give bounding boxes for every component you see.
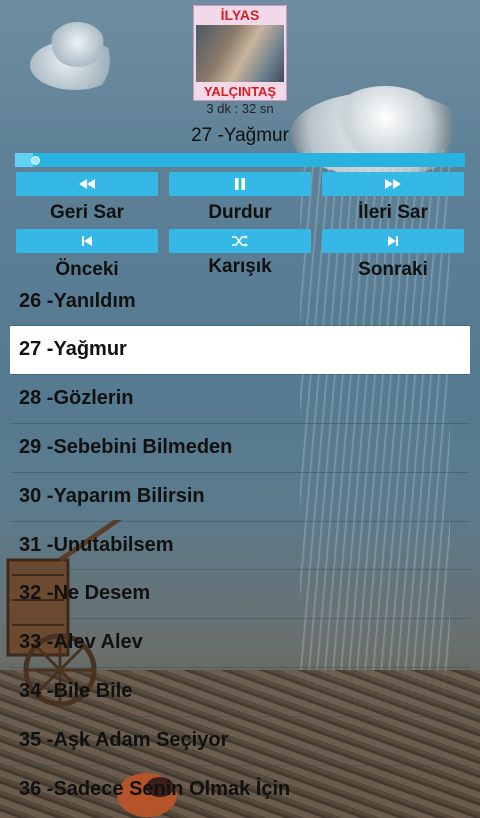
album-cover[interactable]: İLYAS YALÇINTAŞ	[193, 5, 287, 101]
progress-thumb[interactable]	[31, 156, 40, 165]
album-artist-line1: İLYAS	[220, 7, 260, 23]
skip-previous-icon	[82, 236, 92, 246]
fast-forward-icon	[385, 179, 401, 189]
song-list-item-active[interactable]: 27 -Yağmur	[10, 325, 470, 374]
progress-seekbar[interactable]	[15, 153, 465, 167]
shuffle-label: Karışık	[208, 256, 272, 277]
song-list-item[interactable]: 29 -Sebebini Bilmeden	[10, 423, 470, 471]
pause-icon	[234, 178, 246, 190]
song-list-item[interactable]: 31 -Unutabilsem	[10, 521, 470, 569]
previous-button[interactable]	[16, 229, 158, 253]
song-list-item[interactable]: 35 -Aşk Adam Seçiyor	[10, 716, 470, 764]
skip-next-icon	[388, 236, 398, 246]
song-list-item[interactable]: 26 -Yanıldım	[10, 277, 470, 325]
rewind-button[interactable]	[16, 172, 158, 196]
next-button[interactable]	[322, 229, 464, 253]
fast-forward-label: İleri Sar	[358, 202, 428, 223]
rewind-label: Geri Sar	[50, 202, 124, 223]
track-duration: 3 dk : 32 sn	[206, 101, 274, 116]
song-list-item[interactable]: 34 -Bile Bile	[10, 667, 470, 715]
album-artist-line2: YALÇINTAŞ	[203, 84, 277, 99]
rewind-icon	[79, 179, 95, 189]
song-list-item[interactable]: 30 -Yaparım Bilirsin	[10, 472, 470, 520]
album-photo	[196, 25, 284, 82]
song-list-item[interactable]: 36 -Sadece Senin Olmak İçin	[10, 765, 470, 813]
pause-button[interactable]	[169, 172, 311, 196]
shuffle-button[interactable]	[169, 229, 311, 253]
song-list-item[interactable]: 32 -Ne Desem	[10, 570, 470, 618]
shuffle-icon	[232, 235, 248, 247]
pause-label: Durdur	[208, 202, 272, 223]
now-playing-title: 27 -Yağmur	[191, 125, 289, 146]
fast-forward-button[interactable]	[322, 172, 464, 196]
player-header: İLYAS YALÇINTAŞ 3 dk : 32 sn 27 -Yağmur	[0, 0, 480, 150]
song-list-item[interactable]: 33 -Alev Alev	[10, 619, 470, 667]
song-list-item[interactable]: 28 -Gözlerin	[10, 375, 470, 423]
